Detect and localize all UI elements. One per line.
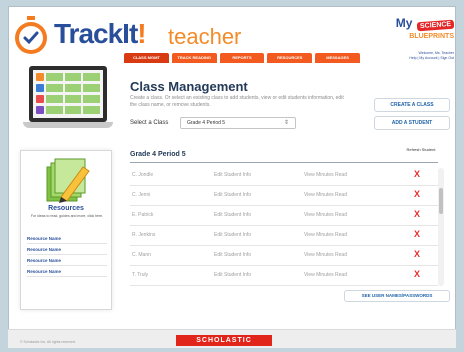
student-name: C. Mann: [132, 252, 151, 258]
resource-item[interactable]: Resource Name: [27, 244, 107, 255]
tab-messages[interactable]: MESSAGES: [315, 53, 360, 63]
view-minutes-link[interactable]: View Minutes Read: [304, 272, 347, 278]
resource-item[interactable]: Resource Name: [27, 266, 107, 277]
remove-icon[interactable]: X: [414, 249, 420, 259]
table-row: T. Truly Edit Student Info View Minutes …: [130, 266, 438, 286]
table-row: C. Mann Edit Student Info View Minutes R…: [130, 246, 438, 266]
table-row: C. Jenni Edit Student Info View Minutes …: [130, 186, 438, 206]
student-name: C. Jenni: [132, 192, 151, 198]
scholastic-logo[interactable]: SCHOLASTIC: [176, 335, 272, 346]
resources-description[interactable]: For ideas to read, guides and more, clic…: [27, 214, 107, 219]
remove-icon[interactable]: X: [414, 269, 420, 279]
copyright-text: © Scholastic Inc. All rights reserved.: [20, 340, 76, 344]
tab-track-reading[interactable]: TRACK READING: [171, 53, 217, 63]
chevron-down-icon: ⇕: [283, 120, 289, 126]
resource-item[interactable]: Resource Name: [27, 233, 107, 244]
table-divider: [130, 162, 438, 163]
tab-reports[interactable]: REPORTS: [219, 53, 265, 63]
student-name: T. Truly: [132, 272, 149, 278]
tab-resources[interactable]: RESOURCES: [267, 53, 313, 63]
student-name: R. Jenkins: [132, 232, 156, 238]
remove-icon[interactable]: X: [414, 189, 420, 199]
brand-title: TrackIt!: [54, 18, 147, 49]
edit-student-link[interactable]: Edit Student Info: [214, 252, 251, 258]
table-row: C. Jondle Edit Student Info View Minutes…: [130, 166, 438, 186]
edit-student-link[interactable]: Edit Student Info: [214, 232, 251, 238]
remove-icon[interactable]: X: [414, 209, 420, 219]
view-minutes-link[interactable]: View Minutes Read: [304, 252, 347, 258]
class-select[interactable]: Grade 4 Period 5 ⇕: [180, 117, 296, 129]
page-title: Class Management: [130, 79, 248, 94]
remove-icon[interactable]: X: [414, 169, 420, 179]
view-minutes-link[interactable]: View Minutes Read: [304, 192, 347, 198]
trackit-logo[interactable]: TrackIt! teacher: [12, 16, 241, 56]
resource-list: Resource Name Resource Name Resource Nam…: [27, 233, 107, 277]
edit-student-link[interactable]: Edit Student Info: [214, 212, 251, 218]
student-name: E. Patrick: [132, 212, 154, 218]
table-scrollbar[interactable]: [438, 168, 444, 286]
table-row: E. Patrick Edit Student Info View Minute…: [130, 206, 438, 226]
student-name: C. Jondle: [132, 172, 154, 178]
view-minutes-link[interactable]: View Minutes Read: [304, 212, 347, 218]
main-nav: CLASS MGMT TRACK READING REPORTS RESOURC…: [124, 53, 360, 63]
view-minutes-link[interactable]: View Minutes Read: [304, 232, 347, 238]
page-description: Create a class. Or select an existing cl…: [130, 95, 344, 108]
stopwatch-icon: [15, 16, 47, 54]
scrollbar-thumb[interactable]: [439, 188, 443, 214]
create-class-button[interactable]: CREATE A CLASS: [374, 98, 450, 112]
books-pencil-icon: [46, 158, 90, 203]
see-usernames-button[interactable]: SEE USER NAMES/PASSWORDS: [344, 290, 450, 302]
refresh-student-header: Refresh Student: [406, 147, 436, 152]
edit-student-link[interactable]: Edit Student Info: [214, 172, 251, 178]
resources-title: Resources: [48, 205, 84, 212]
remove-icon[interactable]: X: [414, 229, 420, 239]
brand-subtitle: teacher: [168, 24, 242, 49]
edit-student-link[interactable]: Edit Student Info: [214, 192, 251, 198]
welcome-text: Welcome, Ms. Teacher Help | My Account |…: [409, 51, 454, 61]
table-row: R. Jenkins Edit Student Info View Minute…: [130, 226, 438, 246]
add-student-button[interactable]: ADD A STUDENT: [374, 116, 450, 130]
laptop-illustration: [23, 66, 113, 132]
edit-student-link[interactable]: Edit Student Info: [214, 272, 251, 278]
my-science-logo: My SCIENCE BLUEPRINTS: [395, 16, 455, 40]
table-title: Grade 4 Period 5: [130, 151, 186, 158]
tab-class-mgmt[interactable]: CLASS MGMT: [124, 53, 169, 63]
select-class-label: Select a Class: [130, 120, 169, 126]
resource-item[interactable]: Resource Name: [27, 255, 107, 266]
view-minutes-link[interactable]: View Minutes Read: [304, 172, 347, 178]
student-table: C. Jondle Edit Student Info View Minutes…: [130, 166, 438, 286]
resources-panel: Resources For ideas to read, guides and …: [20, 150, 112, 310]
account-links[interactable]: Help | My Account | Sign Out: [409, 56, 454, 61]
